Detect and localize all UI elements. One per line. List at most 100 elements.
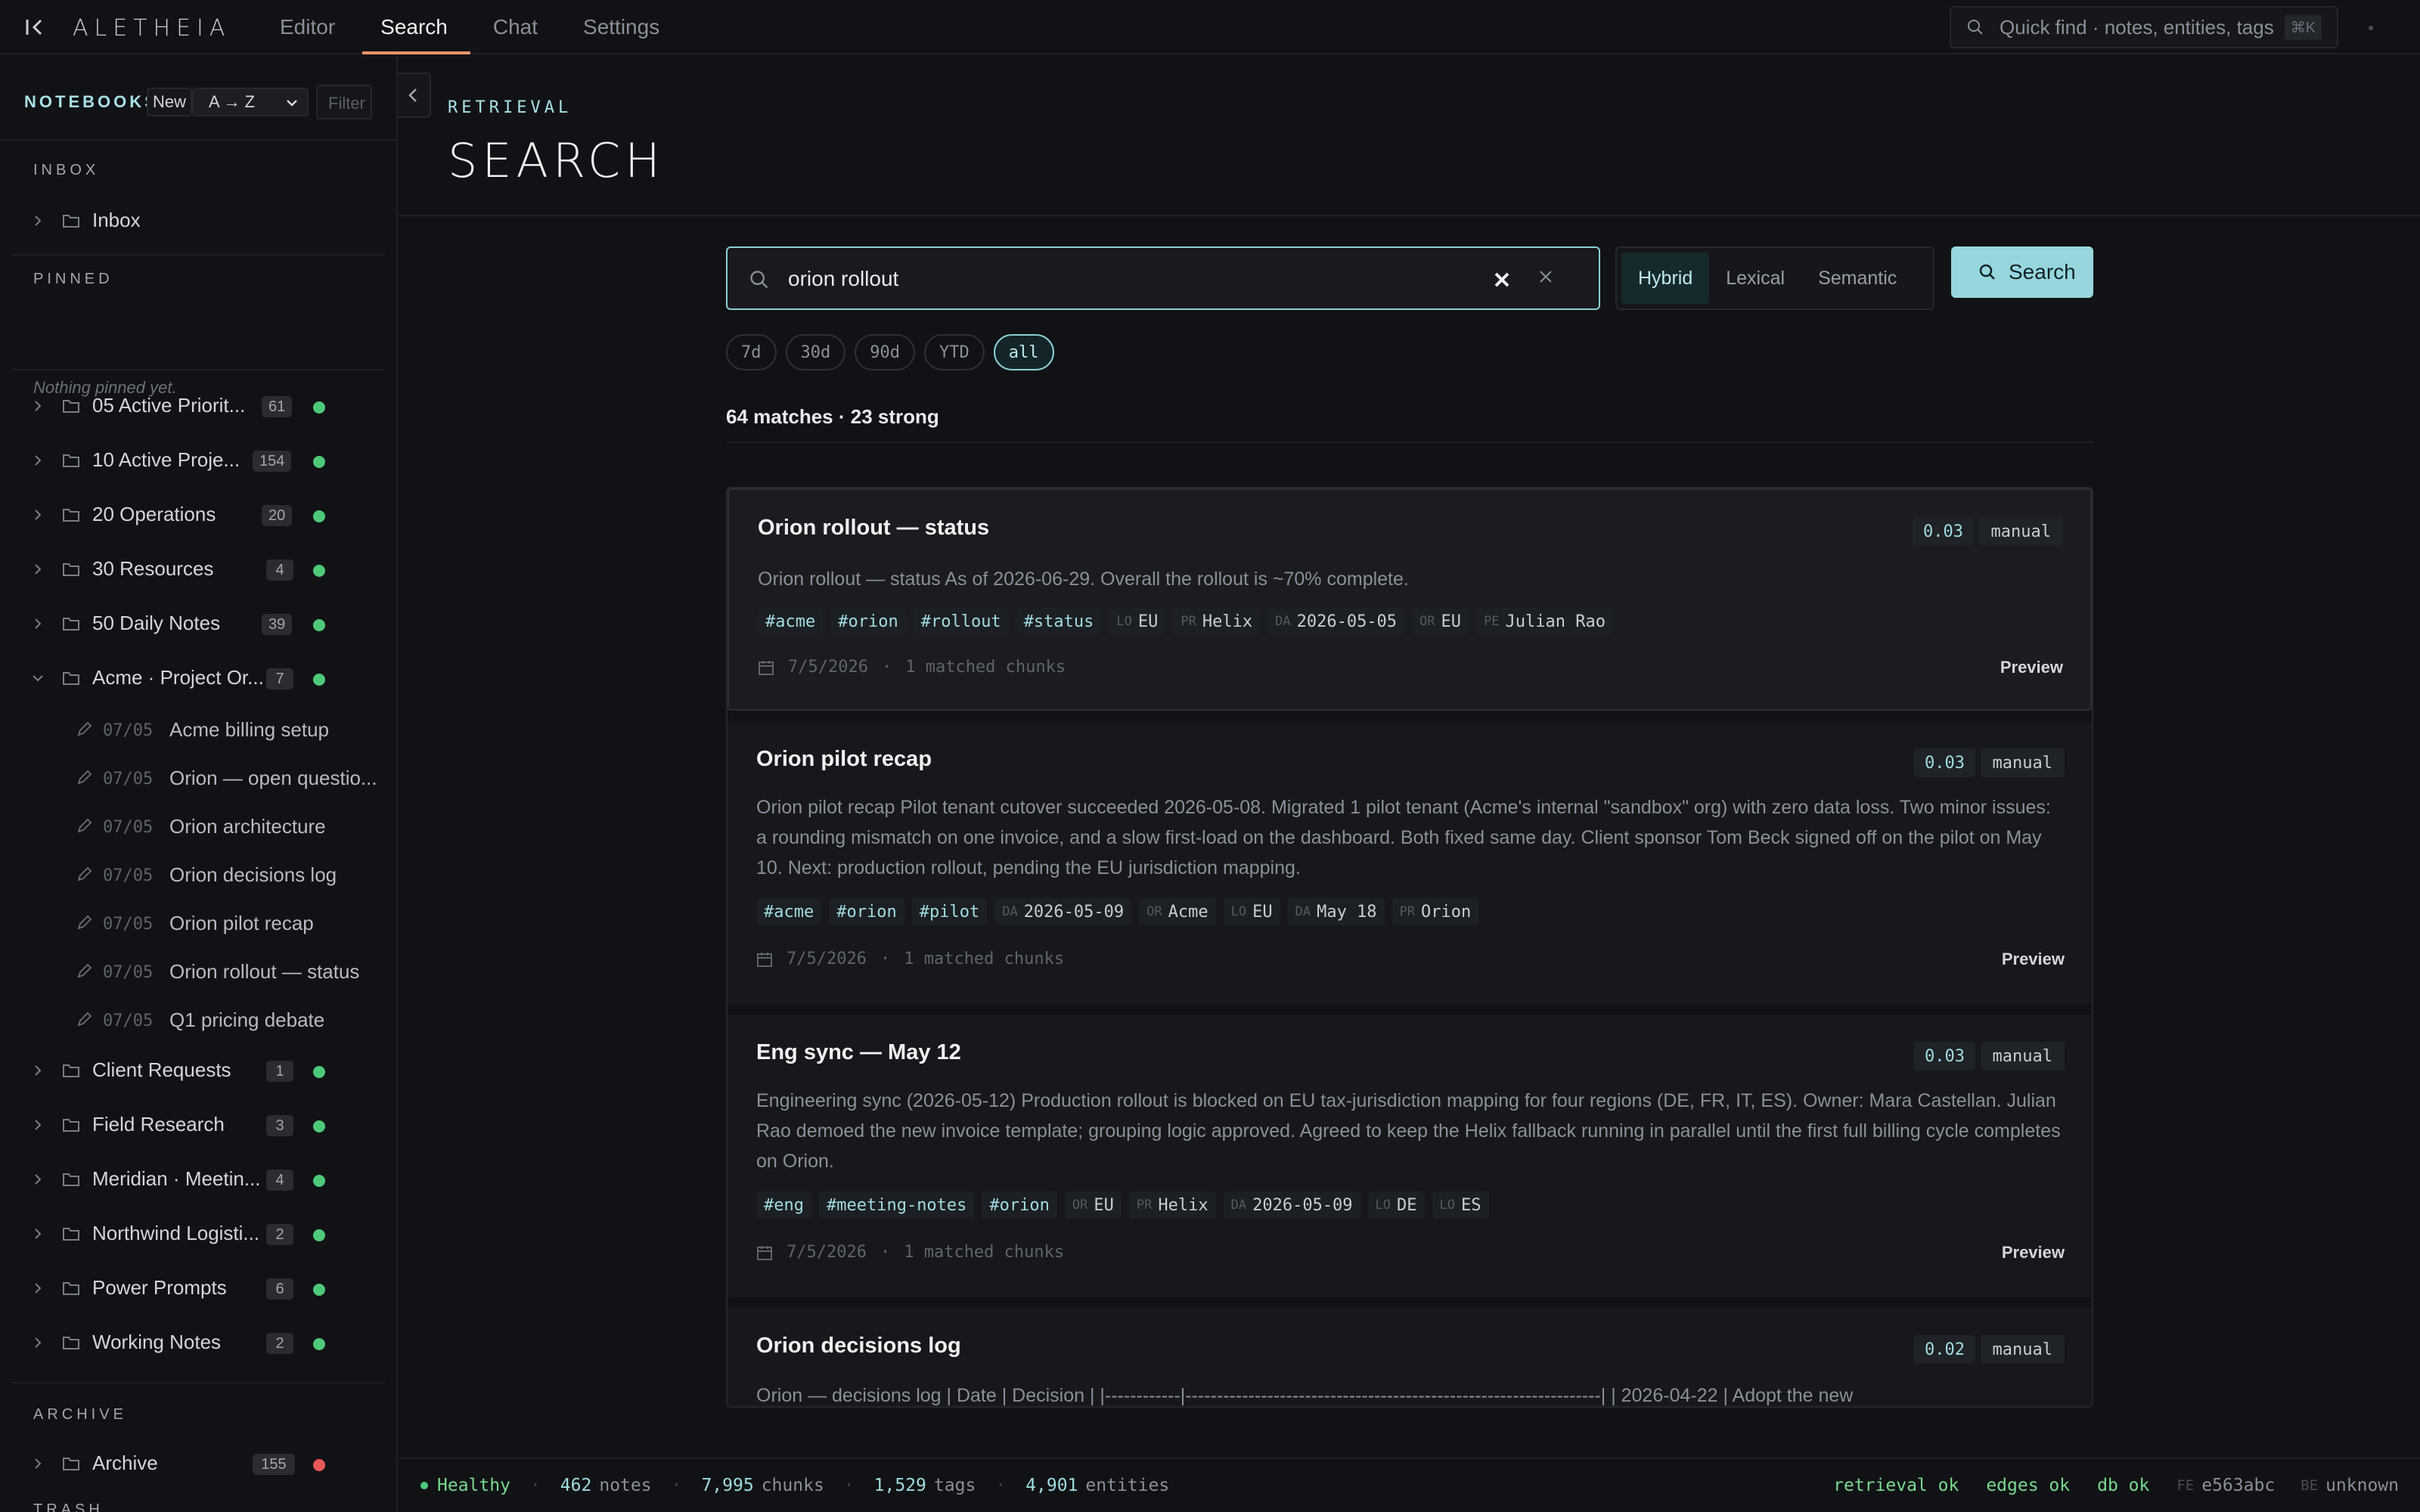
note-title: Q1 pricing debate xyxy=(169,1009,325,1031)
range-chip-all[interactable]: all xyxy=(993,334,1054,370)
close-icon[interactable] xyxy=(1535,266,1556,287)
search-mode-toggle: Hybrid Lexical Semantic xyxy=(1615,246,1934,310)
entity-chip[interactable]: LO DE xyxy=(1367,1191,1425,1219)
chevron-right-icon xyxy=(35,1065,42,1076)
entity-chip[interactable]: DA 2026-05-09 xyxy=(994,898,1132,925)
filter-input[interactable]: Filter xyxy=(316,85,372,119)
tab-chat[interactable]: Chat xyxy=(470,0,560,54)
entity-chip[interactable]: PR Orion xyxy=(1392,898,1479,925)
status-dot xyxy=(313,1459,325,1471)
sidebar-item-notebook[interactable]: 05 Active Priorit... 61 xyxy=(0,383,396,429)
entity-chip[interactable]: LO EU xyxy=(1109,608,1166,635)
sidebar-item-notebook[interactable]: Client Requests 1 xyxy=(0,1048,396,1093)
sidebar-note-item[interactable]: 07/05 Acme billing setup xyxy=(0,706,396,751)
result-title[interactable]: Orion pilot recap xyxy=(756,747,932,772)
range-chip-ytd[interactable]: YTD xyxy=(924,334,985,370)
result-card[interactable]: Eng sync — May 12 0.03 manual Engineerin… xyxy=(728,1015,2092,1308)
tag-chip[interactable]: #meeting-notes xyxy=(818,1191,975,1219)
result-chunks: 1 matched chunks xyxy=(904,950,1065,968)
sidebar-toggle-button[interactable] xyxy=(398,73,431,118)
result-title[interactable]: Eng sync — May 12 xyxy=(756,1040,961,1065)
sidebar-item-notebook[interactable]: Power Prompts 6 xyxy=(0,1266,396,1311)
result-card[interactable]: Orion decisions log 0.02 manual Orion — … xyxy=(728,1308,2092,1406)
entity-chip[interactable]: PR Helix xyxy=(1128,1191,1216,1219)
sidebar-item-label: Power Prompts xyxy=(92,1276,227,1299)
entity-chip[interactable]: DA 2026-05-05 xyxy=(1267,608,1405,635)
tag-chip[interactable]: #acme xyxy=(758,608,824,635)
mode-lexical[interactable]: Lexical xyxy=(1709,253,1801,304)
sidebar-item-notebook[interactable]: Working Notes 2 xyxy=(0,1320,396,1365)
entity-value: 2026-05-05 xyxy=(1296,612,1398,631)
result-title[interactable]: Orion rollout — status xyxy=(758,516,989,541)
item-count-badge: 2 xyxy=(266,1224,293,1245)
tag-chip[interactable]: #pilot xyxy=(911,898,988,925)
note-date: 07/05 xyxy=(103,721,154,740)
sidebar-item-notebook[interactable]: 50 Daily Notes 39 xyxy=(0,601,396,646)
range-chip-90d[interactable]: 90d xyxy=(855,334,915,370)
range-chip-7d[interactable]: 7d xyxy=(726,334,777,370)
tag-chip[interactable]: #orion xyxy=(982,1191,1057,1219)
result-source-badge: manual xyxy=(1980,1335,2065,1364)
calendar-icon xyxy=(757,952,772,967)
search-input[interactable]: orion rollout xyxy=(726,246,1600,310)
tag-chip[interactable]: #acme xyxy=(756,898,822,925)
entity-kind: LO xyxy=(1230,904,1247,919)
tag-chip[interactable]: #status xyxy=(1016,608,1102,635)
tab-settings[interactable]: Settings xyxy=(560,0,682,54)
result-card[interactable]: Orion pilot recap 0.03 manual Orion pilo… xyxy=(728,721,2092,1015)
sidebar-item-notebook[interactable]: 10 Active Proje... 154 xyxy=(0,438,396,483)
collapse-sidebar-icon[interactable] xyxy=(21,14,48,41)
entity-chip[interactable]: PR Helix xyxy=(1173,608,1261,635)
clear-bold-icon[interactable] xyxy=(1491,269,1512,290)
sidebar-item-notebook[interactable]: Northwind Logisti... 2 xyxy=(0,1211,396,1256)
preview-button[interactable]: Preview xyxy=(2000,658,2063,677)
tags-count: 1,529 xyxy=(873,1476,926,1495)
range-chip-30d[interactable]: 30d xyxy=(785,334,846,370)
sidebar-item-notebook[interactable]: 30 Resources 4 xyxy=(0,547,396,592)
tab-editor[interactable]: Editor xyxy=(257,0,358,54)
entity-chip[interactable]: PE Julian Rao xyxy=(1476,608,1613,635)
sidebar-note-item[interactable]: 07/05 Orion decisions log xyxy=(0,851,396,897)
entity-chip[interactable]: DA May 18 xyxy=(1287,898,1385,925)
mode-semantic[interactable]: Semantic xyxy=(1801,253,1913,304)
sidebar-item-notebook[interactable]: Acme · Project Or... 7 xyxy=(0,655,396,701)
entity-value: EU xyxy=(1094,1195,1114,1215)
quick-find-placeholder: Quick find · notes, entities, tags xyxy=(2000,15,2274,39)
sidebar-note-item[interactable]: 07/05 Orion — open questio... xyxy=(0,754,396,800)
sidebar-note-item[interactable]: 07/05 Q1 pricing debate xyxy=(0,996,396,1042)
sort-select[interactable]: A → Z xyxy=(192,88,309,116)
entity-chip[interactable]: LO ES xyxy=(1432,1191,1489,1219)
preview-button[interactable]: Preview xyxy=(2002,950,2065,969)
sidebar-note-item[interactable]: 07/05 Orion pilot recap xyxy=(0,900,396,945)
result-title[interactable]: Orion decisions log xyxy=(756,1334,961,1359)
top-bar: ALETHEIA Editor Search Chat Settings Qui… xyxy=(0,0,2420,54)
tag-chip[interactable]: #orion xyxy=(829,898,904,925)
entity-chip[interactable]: DA 2026-05-09 xyxy=(1223,1191,1360,1219)
sidebar-item-notebook[interactable]: Meridian · Meetin... 4 xyxy=(0,1157,396,1202)
entity-chip[interactable]: OR Acme xyxy=(1139,898,1216,925)
sidebar-note-item[interactable]: 07/05 Orion architecture xyxy=(0,803,396,848)
entity-value: Julian Rao xyxy=(1505,612,1606,631)
sidebar-item-archive[interactable]: Archive 155 xyxy=(0,1441,396,1486)
entity-chip[interactable]: OR EU xyxy=(1412,608,1469,635)
sidebar-item-notebook[interactable]: 20 Operations 20 xyxy=(0,492,396,538)
item-count-badge: 7 xyxy=(266,668,293,689)
preview-button[interactable]: Preview xyxy=(2002,1243,2065,1263)
search-button[interactable]: Search xyxy=(1951,246,2093,298)
result-meta: 7/5/2026 · 1 matched chunks xyxy=(758,658,1066,677)
sidebar-header: NOTEBOOKS New A → Z Filter xyxy=(0,54,396,141)
sidebar-note-item[interactable]: 07/05 Orion rollout — status xyxy=(0,948,396,993)
tag-chip[interactable]: #rollout xyxy=(913,608,1009,635)
quick-find-input[interactable]: Quick find · notes, entities, tags ⌘K xyxy=(1950,6,2338,48)
new-notebook-button[interactable]: New xyxy=(147,88,193,116)
entity-chip[interactable]: OR EU xyxy=(1064,1191,1122,1219)
tag-chip[interactable]: #eng xyxy=(756,1191,811,1219)
sidebar-item-inbox[interactable]: Inbox xyxy=(0,198,396,243)
sidebar-item-notebook[interactable]: Field Research 3 xyxy=(0,1102,396,1148)
tag-chip[interactable]: #orion xyxy=(830,608,906,635)
be-label: BE xyxy=(2301,1477,2319,1494)
entity-chip[interactable]: LO EU xyxy=(1223,898,1280,925)
result-card[interactable]: Orion rollout — status 0.03 manual Orion… xyxy=(728,488,2092,711)
tab-search[interactable]: Search xyxy=(358,0,470,54)
mode-hybrid[interactable]: Hybrid xyxy=(1621,253,1710,304)
